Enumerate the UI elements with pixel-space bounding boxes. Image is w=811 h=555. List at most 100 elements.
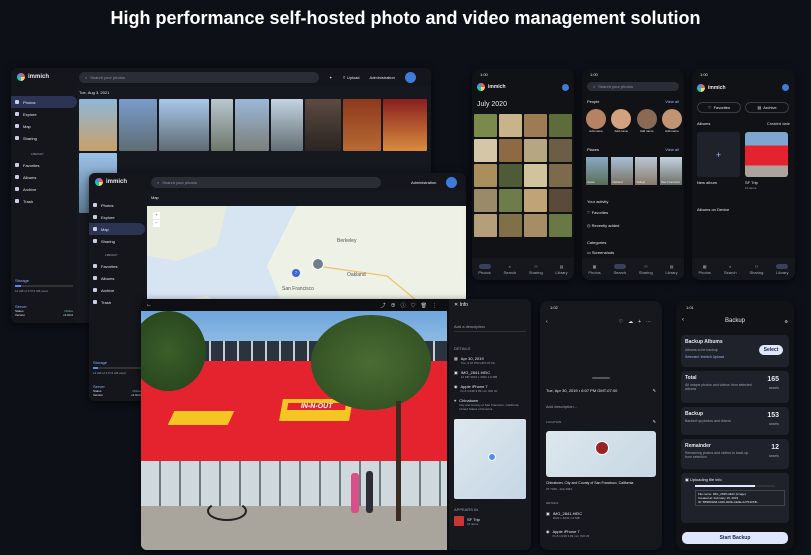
map-zoom-in[interactable]: + [153, 212, 160, 219]
cloud-icon[interactable]: ☁ [628, 319, 638, 325]
photo-thumb[interactable] [524, 189, 547, 212]
user-avatar[interactable] [446, 176, 458, 188]
edit-date-icon[interactable]: ✎ [653, 388, 656, 393]
more-icon[interactable]: ⋮ [432, 303, 442, 309]
search-input[interactable]: ⌕ Search your photos [151, 176, 382, 188]
sidebar-item-map[interactable]: Map [89, 223, 145, 235]
nav-library[interactable]: Library [776, 263, 789, 275]
sidebar-item-map[interactable]: Map [11, 120, 77, 132]
location-mini-map[interactable] [454, 419, 526, 499]
photo-thumb[interactable] [549, 164, 572, 187]
search-input[interactable]: ⌕ Search your photos [79, 71, 320, 83]
sidebar-item-archive[interactable]: Archive [89, 284, 145, 296]
upload-button[interactable]: ⇪ Upload [342, 75, 359, 80]
activity-favorites[interactable]: ♡ Favorites [587, 210, 608, 215]
category-screenshots[interactable]: ▭ Screenshots [587, 250, 614, 255]
places-view-all[interactable]: View all [665, 147, 679, 152]
sidebar-item-explore[interactable]: Explore [89, 211, 145, 223]
person-item[interactable]: Add name [636, 109, 657, 133]
zoom-icon[interactable]: ⊕ [391, 303, 401, 309]
sidebar-item-sharing[interactable]: Sharing [11, 132, 77, 144]
nav-library[interactable]: ▤ Library [665, 264, 677, 275]
favorite-icon[interactable]: ♡ [619, 319, 628, 325]
more-icon[interactable]: ⋯ [646, 319, 656, 325]
delete-icon[interactable]: 🗑 [421, 303, 432, 309]
photo-thumb[interactable] [474, 189, 497, 212]
nav-photos[interactable]: ▦ Photos [588, 264, 600, 275]
search-input[interactable]: ⌕ Search your photos [587, 82, 679, 91]
info-icon[interactable]: ⓘ [401, 303, 411, 309]
new-album-tile[interactable]: + [697, 132, 740, 177]
photo-thumb[interactable] [499, 139, 522, 162]
photo-thumb[interactable] [549, 189, 572, 212]
sidebar-item-explore[interactable]: Explore [11, 108, 77, 120]
theme-toggle-icon[interactable]: ✦ [329, 75, 332, 80]
sidebar-item-favorites[interactable]: Favorites [89, 260, 145, 272]
sidebar-item-photos[interactable]: Photos [11, 96, 77, 108]
photo-thumb[interactable] [549, 214, 572, 237]
place-item[interactable]: San Francisco [659, 157, 682, 185]
sidebar-item-trash[interactable]: Trash [11, 195, 77, 207]
sidebar-item-trash[interactable]: Trash [89, 296, 145, 308]
user-avatar[interactable] [782, 84, 789, 91]
nav-photos[interactable]: ▦ Photos [698, 264, 710, 275]
sort-button[interactable]: Created date [767, 121, 790, 126]
person-item[interactable]: Add name [661, 109, 682, 133]
description-input[interactable]: Add a description [454, 324, 526, 332]
archive-button[interactable]: ▤ Archive [745, 102, 789, 113]
photo-thumb[interactable] [305, 99, 341, 151]
map-zoom-out[interactable]: − [153, 220, 160, 227]
person-item[interactable]: Add name [611, 109, 632, 133]
photo-thumb[interactable] [79, 99, 117, 151]
photo-thumb[interactable] [159, 99, 209, 151]
place-item[interactable]: Apple [586, 157, 608, 185]
photo-thumb[interactable] [271, 99, 303, 151]
map-photo-marker[interactable] [312, 258, 324, 270]
nav-sharing[interactable]: ⚇ Sharing [750, 264, 764, 275]
photo-thumb[interactable] [524, 164, 547, 187]
place-item[interactable]: Vallejo [635, 157, 658, 185]
nav-photos[interactable]: Photos [478, 263, 491, 275]
nav-search[interactable]: ⌕ Search [724, 264, 737, 275]
album-tile[interactable] [745, 132, 788, 177]
settings-icon[interactable]: ⚙ [784, 319, 788, 324]
administration-link[interactable]: Administration [370, 75, 395, 80]
back-arrow-icon[interactable]: ← [146, 302, 152, 308]
add-icon[interactable]: + [638, 319, 646, 325]
sidebar-item-albums[interactable]: Albums [11, 171, 77, 183]
app-logo[interactable]: immich [95, 178, 127, 186]
start-backup-button[interactable]: Start Backup [682, 532, 788, 544]
photo-thumb[interactable] [343, 99, 381, 151]
nav-sharing[interactable]: ⚇ Sharing [639, 264, 653, 275]
favorites-button[interactable]: ♡ Favorites [697, 102, 741, 113]
sheet-handle[interactable] [592, 377, 610, 379]
photo-thumb[interactable] [524, 139, 547, 162]
sidebar-item-sharing[interactable]: Sharing [89, 235, 145, 247]
nav-search[interactable]: ⌕ Search [504, 264, 517, 275]
photo-thumb[interactable] [474, 139, 497, 162]
person-item[interactable]: Add name [586, 109, 606, 133]
photo-thumb[interactable] [119, 99, 157, 151]
album-entry[interactable]: SF Trip 16 items [454, 516, 526, 526]
user-avatar[interactable] [562, 83, 569, 91]
administration-link[interactable]: Administration [411, 180, 436, 185]
sidebar-item-photos[interactable]: Photos [89, 199, 145, 211]
description-input[interactable]: Add description... [546, 404, 577, 409]
photo-thumb[interactable] [474, 214, 497, 237]
sidebar-item-albums[interactable]: Albums [89, 272, 145, 284]
photo-thumb[interactable] [549, 114, 572, 137]
photo-thumb[interactable] [499, 214, 522, 237]
nav-library[interactable]: ▤ Library [555, 264, 567, 275]
photo-thumb[interactable] [474, 114, 497, 137]
location-map[interactable] [546, 431, 656, 477]
app-logo[interactable]: immich [17, 73, 49, 81]
photo-thumb[interactable] [235, 99, 269, 151]
sidebar-item-favorites[interactable]: Favorites [11, 159, 77, 171]
sidebar-item-archive[interactable]: Archive [11, 183, 77, 195]
favorite-icon[interactable]: ♡ [411, 303, 421, 309]
photo-thumb[interactable] [474, 164, 497, 187]
main-photo[interactable]: IN-N-OUT [141, 311, 447, 550]
photo-thumb[interactable] [211, 99, 233, 151]
map-cluster-marker[interactable]: 7 [292, 269, 300, 277]
nav-sharing[interactable]: ⚇ Sharing [529, 264, 543, 275]
